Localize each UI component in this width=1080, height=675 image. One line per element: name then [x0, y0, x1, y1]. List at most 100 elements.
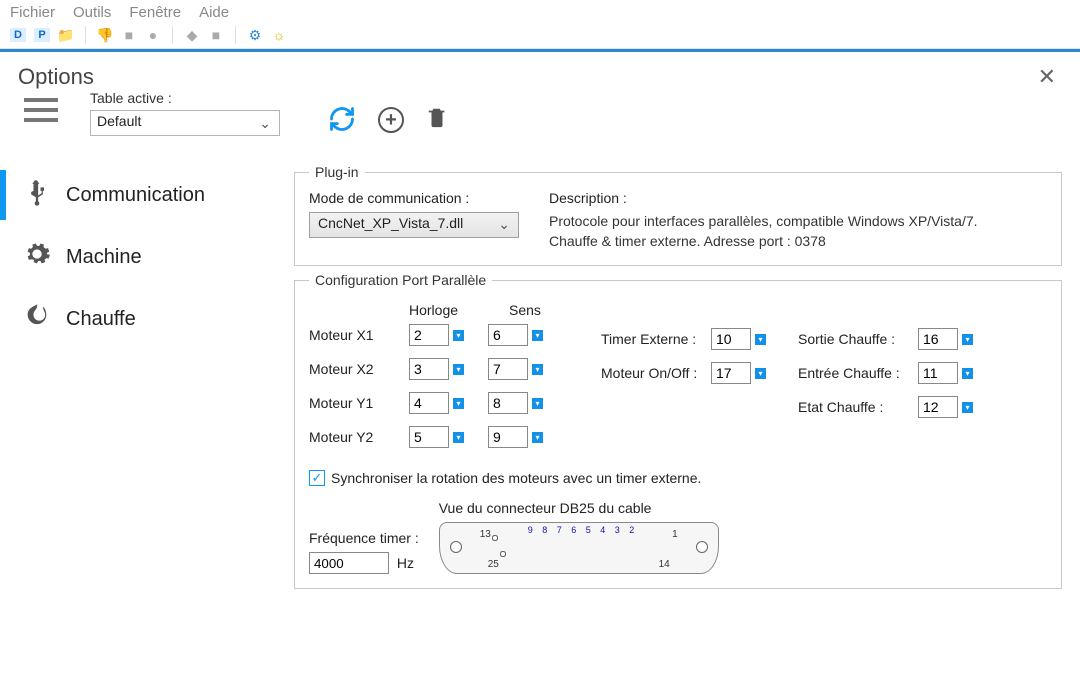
mode-select[interactable]: CncNet_XP_Vista_7.dll [309, 212, 519, 238]
menu-tools[interactable]: Outils [73, 4, 111, 21]
moteur-y2-label: Moteur Y2 [309, 429, 409, 445]
spin-icon[interactable]: ▾ [962, 334, 973, 345]
hamburger-icon[interactable] [24, 98, 58, 122]
sidebar-item-machine[interactable]: Machine [14, 226, 294, 288]
table-header-row: Table active : Default + [0, 90, 1080, 144]
sortie-chauffe-label: Sortie Chauffe : [798, 331, 918, 347]
mode-label: Mode de communication : [309, 190, 549, 206]
db25-pin-13: 13 [480, 529, 491, 540]
spin-icon[interactable]: ▾ [532, 432, 543, 443]
entree-chauffe-input[interactable] [918, 362, 958, 384]
menu-file[interactable]: Fichier [10, 4, 55, 21]
moteur-y2-sens[interactable] [488, 426, 528, 448]
spin-icon[interactable]: ▾ [532, 364, 543, 375]
sidebar-label: Machine [66, 246, 142, 269]
menubar: Fichier Outils Fenêtre Aide [0, 0, 1080, 23]
toolbar-sep [235, 26, 236, 44]
spin-icon[interactable]: ▾ [532, 398, 543, 409]
moteur-x1-sens[interactable] [488, 324, 528, 346]
close-icon[interactable]: ✕ [1032, 64, 1062, 90]
body: Communication Machine Chauffe Plug-in Mo… [0, 144, 1080, 595]
hz-label: Hz [397, 555, 414, 571]
moteur-x2-sens[interactable] [488, 358, 528, 380]
freq-input[interactable] [309, 552, 389, 574]
spin-icon[interactable]: ▾ [453, 398, 464, 409]
toolbar-sep [85, 26, 86, 44]
square2-icon[interactable]: ■ [208, 27, 224, 43]
sync-row: ✓ Synchroniser la rotation des moteurs a… [309, 470, 1047, 486]
sidebar-item-communication[interactable]: Communication [14, 164, 294, 226]
timer-externe-input[interactable] [711, 328, 751, 350]
moteur-y1-label: Moteur Y1 [309, 395, 409, 411]
parallel-port-fieldset: Configuration Port Parallèle Horloge Sen… [294, 272, 1062, 589]
options-title: Options [18, 64, 94, 90]
plugin-fieldset: Plug-in Mode de communication : CncNet_X… [294, 164, 1062, 266]
moteur-y2-horloge[interactable] [409, 426, 449, 448]
spin-icon[interactable]: ▾ [453, 330, 464, 341]
db25-label: Vue du connecteur DB25 du cable [439, 500, 719, 516]
toolbar: D P 📁 👎 ■ ● ◆ ■ ⚙ ☼ [0, 23, 1080, 49]
desc-text: Protocole pour interfaces parallèles, co… [549, 212, 979, 251]
gear-large-icon [22, 240, 52, 274]
spin-icon[interactable]: ▾ [755, 368, 766, 379]
moteur-x2-label: Moteur X2 [309, 361, 409, 377]
freq-label: Fréquence timer : [309, 530, 419, 546]
moteur-x1-horloge[interactable] [409, 324, 449, 346]
pp-legend: Configuration Port Parallèle [309, 272, 492, 288]
moteur-x1-label: Moteur X1 [309, 327, 409, 343]
table-active-select[interactable]: Default [90, 110, 280, 136]
options-header: Options ✕ [0, 52, 1080, 90]
spin-icon[interactable]: ▾ [962, 402, 973, 413]
spin-icon[interactable]: ▾ [532, 330, 543, 341]
spin-icon[interactable]: ▾ [453, 364, 464, 375]
chauffe-column: Sortie Chauffe : ▾ Entrée Chauffe : ▾ Et… [798, 302, 973, 460]
db25-top-numbers: 9 8 7 6 5 4 3 2 [528, 525, 638, 535]
sidebar: Communication Machine Chauffe [14, 164, 294, 595]
add-icon[interactable]: + [378, 107, 404, 133]
sidebar-label: Chauffe [66, 308, 136, 331]
sidebar-label: Communication [66, 184, 205, 207]
moteur-onoff-input[interactable] [711, 362, 751, 384]
db25-pin-1: 1 [672, 529, 678, 540]
desc-label: Description : [549, 190, 979, 206]
table-actions: + [328, 104, 448, 136]
motor-column: Horloge Sens Moteur X1 ▾ ▾ Moteur X2 ▾ ▾ [309, 302, 569, 460]
plugin-legend: Plug-in [309, 164, 365, 180]
spin-icon[interactable]: ▾ [453, 432, 464, 443]
spin-icon[interactable]: ▾ [755, 334, 766, 345]
sortie-chauffe-input[interactable] [918, 328, 958, 350]
trash-icon[interactable] [426, 104, 448, 136]
moteur-y1-sens[interactable] [488, 392, 528, 414]
moteur-x2-horloge[interactable] [409, 358, 449, 380]
diamond-icon[interactable]: ◆ [184, 27, 200, 43]
thumb-icon[interactable]: 👎 [97, 27, 113, 43]
flame-icon [22, 302, 52, 336]
table-active-label: Table active : [90, 90, 280, 106]
content: Plug-in Mode de communication : CncNet_X… [294, 164, 1062, 595]
sync-checkbox[interactable]: ✓ [309, 470, 325, 486]
timer-column: Timer Externe : ▾ Moteur On/Off : ▾ [601, 302, 766, 460]
etat-chauffe-input[interactable] [918, 396, 958, 418]
db25-connector: 13 1 25 14 9 8 7 6 5 4 3 2 [439, 522, 719, 574]
toolbar-p-icon[interactable]: P [34, 28, 50, 42]
sidebar-item-chauffe[interactable]: Chauffe [14, 288, 294, 350]
usb-icon [22, 178, 52, 212]
menu-help[interactable]: Aide [199, 4, 229, 21]
toolbar-d-icon[interactable]: D [10, 28, 26, 42]
db25-pin-14: 14 [659, 559, 670, 570]
spin-icon[interactable]: ▾ [962, 368, 973, 379]
circle-icon[interactable]: ● [145, 27, 161, 43]
menu-window[interactable]: Fenêtre [129, 4, 181, 21]
db25-screw-icon [450, 541, 462, 553]
timer-externe-label: Timer Externe : [601, 331, 711, 347]
moteur-y1-horloge[interactable] [409, 392, 449, 414]
folder-icon[interactable]: 📁 [58, 27, 74, 43]
entree-chauffe-label: Entrée Chauffe : [798, 365, 918, 381]
gear-icon[interactable]: ⚙ [247, 27, 263, 43]
toolbar-sep [172, 26, 173, 44]
refresh-icon[interactable] [328, 105, 356, 136]
horloge-header: Horloge [409, 302, 469, 318]
db25-screw-icon [696, 541, 708, 553]
sun-icon[interactable]: ☼ [271, 27, 287, 43]
square-icon[interactable]: ■ [121, 27, 137, 43]
